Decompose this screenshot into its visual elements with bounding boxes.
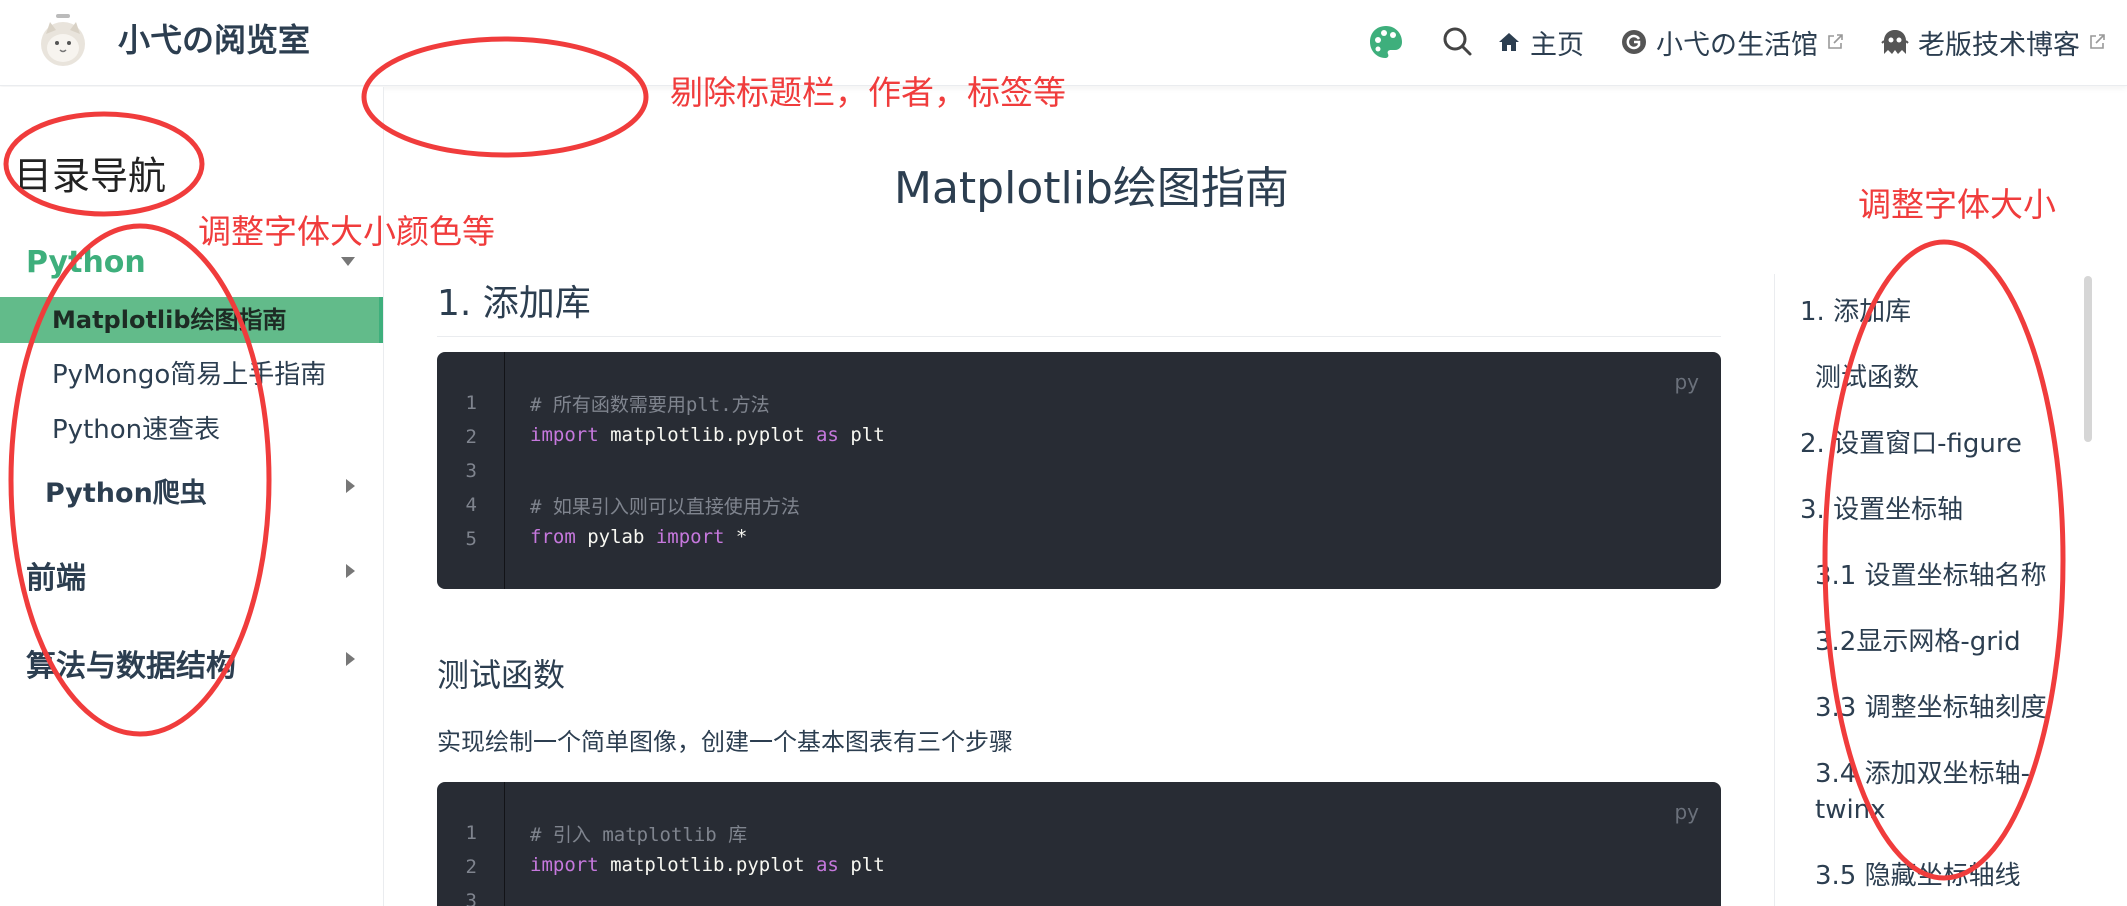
page-title: Matplotlib绘图指南	[894, 163, 1289, 214]
line-number: 4	[465, 494, 477, 516]
toc-item[interactable]: 1. 添加库	[1800, 294, 1911, 330]
line-number: 1	[465, 822, 477, 844]
ghost-icon	[1881, 30, 1909, 54]
external-link-icon	[1828, 34, 1843, 49]
line-number-gutter	[437, 782, 505, 906]
external-link-icon	[2090, 34, 2105, 49]
code-block-1: 1 2 3 4 5 # 所有函数需要用plt.方法 import matplot…	[437, 352, 1721, 589]
code-line: import matplotlib.pyplot as plt	[530, 854, 885, 876]
nav-oldblog-label: 老版技术博客	[1918, 29, 2080, 61]
chevron-right-icon[interactable]	[346, 652, 355, 666]
code-block-2: 1 2 3 # 引入 matplotlib 库 import matplotli…	[437, 782, 1721, 906]
chevron-right-icon[interactable]	[346, 564, 355, 578]
sidebar-title: 目录导航	[14, 154, 167, 198]
nav-life-label: 小弋の生活馆	[1656, 29, 1818, 61]
sidebar-subgroup-spider[interactable]: Python爬虫	[45, 471, 207, 510]
line-number: 3	[465, 460, 477, 482]
sidebar-item-pymongo[interactable]: PyMongo简易上手指南	[0, 352, 383, 398]
sidebar-item-matplotlib[interactable]: Matplotlib绘图指南	[0, 297, 383, 343]
chevron-right-icon[interactable]	[346, 479, 355, 493]
code-line: # 所有函数需要用plt.方法	[530, 394, 770, 416]
code-language-label: py	[1674, 370, 1699, 394]
toc-scrollbar[interactable]	[2084, 276, 2092, 442]
line-number: 2	[465, 426, 477, 448]
nav-oldblog-link[interactable]: 老版技术博客	[1880, 20, 2106, 64]
toc-item[interactable]: 2. 设置窗口-figure	[1800, 426, 2022, 462]
sidebar-group-frontend[interactable]: 前端	[26, 553, 86, 597]
toc-item[interactable]: 3.5 隐藏坐标轴线	[1815, 858, 2021, 894]
line-number: 3	[465, 890, 477, 906]
toc-item-continued[interactable]: twinx	[1815, 792, 1886, 828]
code-line: from pylab import *	[530, 526, 748, 548]
line-number: 2	[465, 856, 477, 878]
g-circle-icon	[1622, 30, 1646, 54]
section-heading-add-library: 1. 添加库	[437, 274, 1721, 337]
palette-icon[interactable]	[1366, 22, 1406, 62]
annotation-adjust-font-size: 调整字体大小	[1858, 185, 2056, 224]
toc-item[interactable]: 测试函数	[1815, 360, 1919, 396]
sidebar-item-python-cheatsheet[interactable]: Python速查表	[0, 407, 383, 453]
code-line: # 如果引入则可以直接使用方法	[530, 496, 800, 518]
home-icon	[1499, 33, 1519, 51]
annotation-adjust-font-color: 调整字体大小颜色等	[198, 212, 495, 251]
site-logo[interactable]	[32, 10, 94, 72]
sidebar-group-python[interactable]: Python	[26, 245, 146, 280]
nav-home-label: 主页	[1530, 29, 1584, 61]
section-paragraph: 实现绘制一个简单图像，创建一个基本图表有三个步骤	[437, 728, 1013, 756]
nav-life-link[interactable]: 小弋の生活馆	[1620, 20, 1844, 64]
nav-home-link[interactable]: 主页	[1496, 20, 1584, 64]
code-line: # 引入 matplotlib 库	[530, 824, 748, 846]
toc-item[interactable]: 3.4 添加双坐标轴-	[1815, 756, 2030, 792]
search-icon[interactable]	[1438, 22, 1478, 62]
toc-item[interactable]: 3.3 调整坐标轴刻度	[1815, 690, 2047, 726]
toc-item[interactable]: 3.1 设置坐标轴名称	[1815, 558, 2047, 594]
sidebar-group-algorithms[interactable]: 算法与数据结构	[26, 641, 236, 685]
annotation-remove-header: 剔除标题栏，作者，标签等	[670, 73, 1066, 112]
toc-item[interactable]: 3.2显示网格-grid	[1815, 624, 2021, 660]
site-name[interactable]: 小弋の阅览室	[118, 18, 310, 62]
line-number: 1	[465, 392, 477, 414]
line-number: 5	[465, 528, 477, 550]
section-heading-test-function: 测试函数	[437, 656, 566, 694]
code-language-label: py	[1674, 800, 1699, 824]
chevron-down-icon[interactable]	[341, 257, 355, 266]
toc-item[interactable]: 3. 设置坐标轴	[1800, 492, 1963, 528]
code-line: import matplotlib.pyplot as plt	[530, 424, 885, 446]
